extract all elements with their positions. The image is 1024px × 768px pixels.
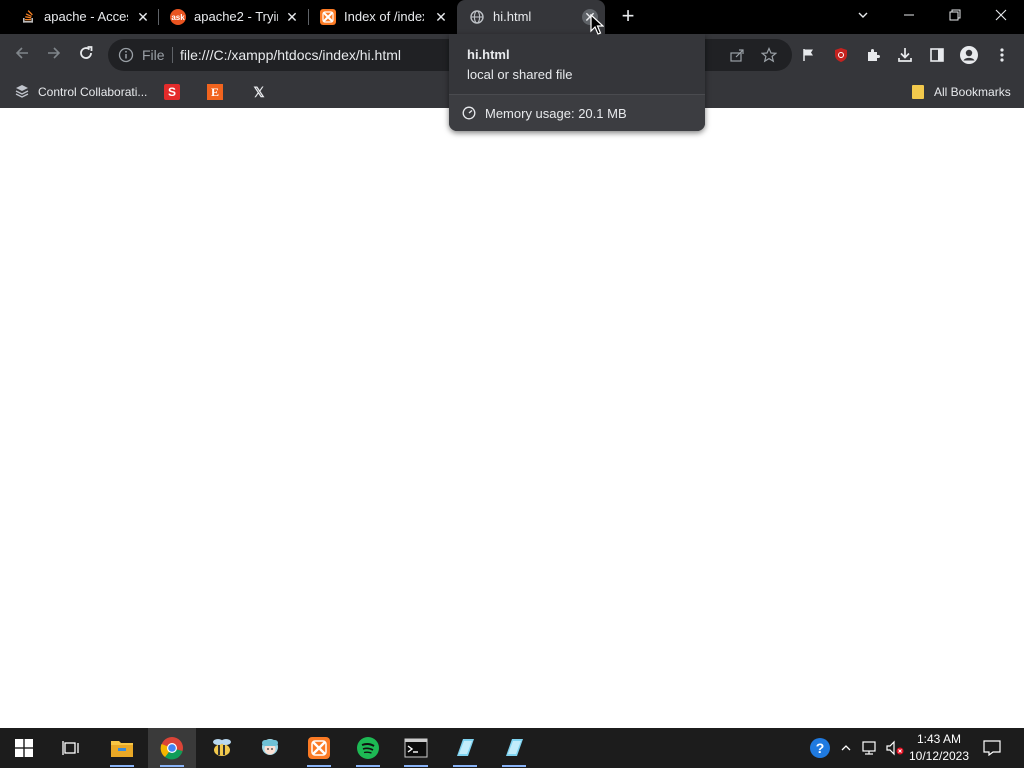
tab-close-icon[interactable]: ✕ (433, 9, 449, 25)
bookmark-e[interactable]: E (207, 82, 223, 102)
bookmark-s[interactable]: S (164, 82, 180, 102)
menu-kebab-icon[interactable] (991, 44, 1013, 66)
x-bookmark-icon: 𝕏 (253, 83, 265, 100)
tab-title: hi.html (493, 9, 532, 24)
tab-title: Index of /index (344, 9, 424, 24)
reload-button[interactable] (74, 43, 98, 67)
bookmark-control-collaboration[interactable]: Control Collaborati... (14, 82, 147, 102)
tab-search-chevron-icon[interactable] (851, 4, 875, 28)
s-bookmark-icon: S (164, 84, 180, 100)
hover-card-subtitle: local or shared file (467, 67, 573, 82)
clock-date: 10/12/2023 (908, 749, 970, 763)
help-icon[interactable]: ? (807, 728, 833, 768)
info-icon[interactable] (118, 47, 134, 63)
screen: apache - Acces ✕ ask apache2 - Tryin ✕ I… (0, 0, 1024, 768)
tab-title: apache2 - Tryin (194, 9, 278, 24)
xampp-taskbar-icon[interactable] (295, 728, 343, 768)
tab-close-icon[interactable]: ✕ (135, 9, 151, 25)
askubuntu-icon-text: ask (171, 12, 185, 22)
tor-app-taskbar-icon[interactable] (344, 728, 392, 768)
notifications-icon[interactable] (980, 728, 1004, 768)
shield-extension-icon[interactable] (830, 44, 852, 66)
volume-muted-icon[interactable] (884, 728, 906, 768)
url-text[interactable]: file:///C:/xampp/htdocs/index/hi.html (180, 47, 401, 63)
anime-app-taskbar-icon[interactable] (246, 728, 294, 768)
notepad-b-taskbar-icon[interactable] (490, 728, 538, 768)
askubuntu-icon: ask (170, 9, 186, 25)
network-icon[interactable] (860, 728, 880, 768)
bookmark-star-icon[interactable] (758, 44, 780, 66)
notepad-a-taskbar-icon[interactable] (441, 728, 489, 768)
restore-button[interactable] (943, 4, 967, 28)
bookmark-x[interactable]: 𝕏 (251, 82, 267, 102)
stackoverflow-icon (20, 9, 36, 25)
windows-taskbar: ? 1:43 AM 10/12/2023 (0, 728, 1024, 768)
tab-hi-html[interactable]: hi.html ✕ (457, 0, 605, 34)
tab-title: apache - Acces (44, 9, 128, 24)
svg-text:?: ? (816, 740, 825, 756)
flag-icon[interactable] (798, 44, 820, 66)
all-bookmarks-button[interactable]: All Bookmarks (910, 82, 1011, 102)
folder-icon (910, 84, 926, 100)
control-collaboration-icon (14, 84, 30, 100)
clock-time: 1:43 AM (916, 732, 962, 746)
task-view-button[interactable] (48, 728, 96, 768)
start-button[interactable] (0, 728, 48, 768)
share-icon[interactable] (726, 44, 748, 66)
forward-button[interactable] (42, 43, 66, 67)
bookmark-label: Control Collaborati... (38, 85, 148, 99)
tab-apache-access[interactable]: apache - Acces ✕ (8, 0, 156, 34)
all-bookmarks-label: All Bookmarks (934, 85, 1011, 99)
hover-card-title: hi.html (467, 47, 510, 62)
side-panel-icon[interactable] (926, 44, 948, 66)
address-separator (172, 47, 173, 63)
tab-index-of[interactable]: Index of /index ✕ (308, 0, 456, 34)
download-icon[interactable] (894, 44, 916, 66)
globe-icon (469, 9, 485, 25)
minimize-button[interactable] (897, 4, 921, 28)
chrome-taskbar-icon[interactable] (148, 728, 196, 768)
mouse-cursor-icon (590, 13, 605, 36)
memory-usage-text: Memory usage: 20.1 MB (485, 106, 627, 121)
taskbar-clock[interactable]: 1:43 AM 10/12/2023 (906, 731, 972, 765)
profile-avatar-icon[interactable] (958, 44, 980, 66)
tab-apache2-trying[interactable]: ask apache2 - Tryin ✕ (158, 0, 306, 34)
tab-close-icon[interactable]: ✕ (284, 9, 300, 25)
file-explorer-taskbar-icon[interactable] (98, 728, 146, 768)
page-content (0, 108, 1024, 728)
close-window-button[interactable] (989, 4, 1013, 28)
terminal-taskbar-icon[interactable] (392, 728, 440, 768)
back-button[interactable] (10, 43, 34, 67)
bee-app-taskbar-icon[interactable] (198, 728, 246, 768)
scheme-label: File (142, 47, 165, 63)
e-bookmark-icon: E (207, 84, 223, 100)
memory-gauge-icon (462, 106, 476, 120)
xampp-icon (320, 9, 336, 25)
extensions-puzzle-icon[interactable] (862, 44, 884, 66)
tab-strip: apache - Acces ✕ ask apache2 - Tryin ✕ I… (0, 0, 1024, 34)
new-tab-button[interactable]: + (617, 5, 639, 28)
tray-overflow-chevron-icon[interactable] (838, 728, 854, 768)
tab-hover-card: hi.html local or shared file Memory usag… (449, 34, 705, 131)
hover-card-footer: Memory usage: 20.1 MB (449, 94, 705, 131)
